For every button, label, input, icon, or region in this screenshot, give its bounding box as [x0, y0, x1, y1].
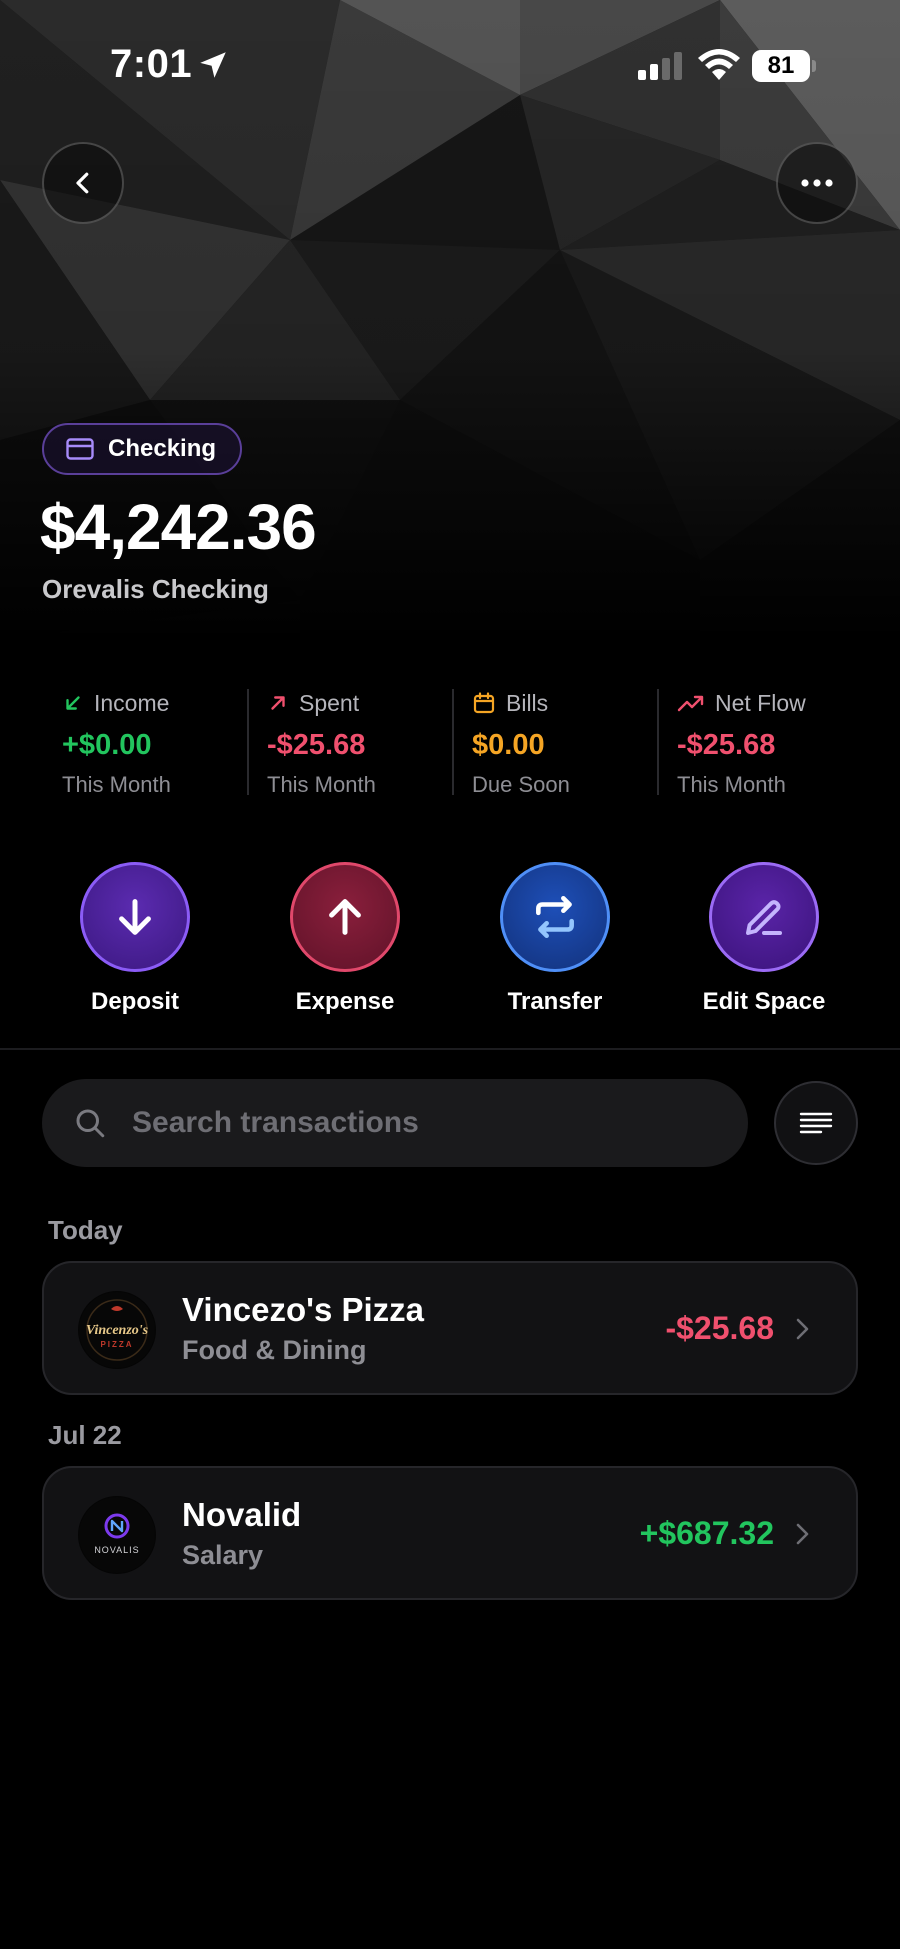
transaction-row[interactable]: NOVALIS Novalid Salary +$687.32 [42, 1466, 858, 1600]
account-name: Orevalis Checking [42, 574, 269, 604]
battery-level: 81 [752, 50, 810, 82]
monthly-stats: Income +$0.00 This Month Spent -$25.68 T… [42, 685, 862, 800]
stat-spent-label: Spent [299, 689, 360, 716]
transfer-button[interactable]: Transfer [475, 862, 635, 1016]
status-bar: 7:01 81 [0, 0, 900, 130]
merchant-logo: Vincenzo's PIZZA [78, 1291, 156, 1369]
credit-card-icon [66, 438, 94, 460]
transaction-merchant: Novalid [182, 1496, 302, 1533]
stat-bills-value: $0.00 [472, 729, 545, 761]
deposit-label: Deposit [90, 988, 179, 1015]
stat-net-flow-label: Net Flow [715, 689, 806, 716]
chevron-left-icon [76, 172, 89, 194]
more-options-button[interactable] [776, 142, 858, 224]
arrow-up-right-icon [271, 696, 285, 710]
transaction-amount: +$687.32 [639, 1515, 774, 1551]
calendar-icon [473, 692, 495, 714]
stat-bills-period: Due Soon [472, 772, 570, 797]
merchant-logo: NOVALIS [78, 1496, 156, 1574]
stat-income-label: Income [94, 689, 170, 716]
search-bar[interactable] [42, 1079, 748, 1167]
trending-up-icon [677, 695, 704, 712]
sort-lines-icon [799, 1112, 833, 1134]
transaction-category: Food & Dining [182, 1335, 367, 1365]
account-type-chip: Checking [42, 423, 243, 475]
transaction-merchant: Vincezo's Pizza [182, 1291, 425, 1328]
stat-bills: Bills $0.00 Due Soon [452, 685, 657, 800]
account-balance: $4,242.36 [40, 491, 317, 563]
edit-space-label: Edit Space [702, 988, 826, 1015]
stat-income: Income +$0.00 This Month [42, 685, 247, 800]
stat-spent-period: This Month [267, 772, 376, 797]
stat-spent-value: -$25.68 [267, 729, 366, 761]
deposit-button[interactable]: Deposit [55, 862, 215, 1016]
stat-spent: Spent -$25.68 This Month [247, 685, 452, 800]
stat-income-period: This Month [62, 772, 171, 797]
battery-indicator: 81 [752, 50, 816, 82]
search-input[interactable] [132, 1106, 692, 1140]
cellular-signal-icon [638, 52, 682, 80]
date-group-label: Jul 22 [48, 1420, 122, 1450]
transaction-amount: -$25.68 [665, 1310, 774, 1346]
quick-actions: Deposit Expense Transfer Edit Space [0, 862, 900, 1022]
stat-net-flow-value: -$25.68 [677, 729, 776, 761]
transfer-arrows-icon [536, 895, 574, 939]
stat-bills-label: Bills [506, 689, 549, 716]
pencil-icon [746, 900, 782, 935]
chevron-right-icon [796, 1318, 809, 1340]
merchant-logo-subtext: PIZZA [100, 1340, 133, 1349]
wifi-icon [698, 49, 740, 80]
stat-net-flow: Net Flow -$25.68 This Month [657, 685, 862, 800]
back-button[interactable] [42, 142, 124, 224]
status-time: 7:01 [110, 42, 193, 86]
sort-filter-button[interactable] [774, 1081, 858, 1165]
expense-label: Expense [295, 988, 395, 1015]
section-divider [0, 1048, 900, 1050]
transfer-label: Transfer [507, 988, 603, 1015]
expense-button[interactable]: Expense [265, 862, 425, 1016]
merchant-logo-text: NOVALIS [94, 1545, 139, 1555]
arrow-down-left-icon [66, 696, 80, 710]
date-group-label: Today [48, 1215, 123, 1245]
transaction-category: Salary [182, 1540, 264, 1570]
stat-income-value: +$0.00 [62, 729, 152, 761]
ellipsis-icon [801, 179, 833, 187]
arrow-up-icon [329, 899, 361, 935]
chevron-right-icon [796, 1523, 809, 1545]
location-arrow-icon [200, 52, 226, 78]
stat-net-flow-period: This Month [677, 772, 786, 797]
edit-space-button[interactable]: Edit Space [684, 862, 844, 1016]
transaction-row[interactable]: Vincenzo's PIZZA Vincezo's Pizza Food & … [42, 1261, 858, 1395]
search-icon [76, 1109, 105, 1138]
merchant-logo-text: Vincenzo's [86, 1323, 149, 1338]
arrow-down-icon [119, 899, 151, 935]
account-type-label: Checking [108, 435, 217, 462]
